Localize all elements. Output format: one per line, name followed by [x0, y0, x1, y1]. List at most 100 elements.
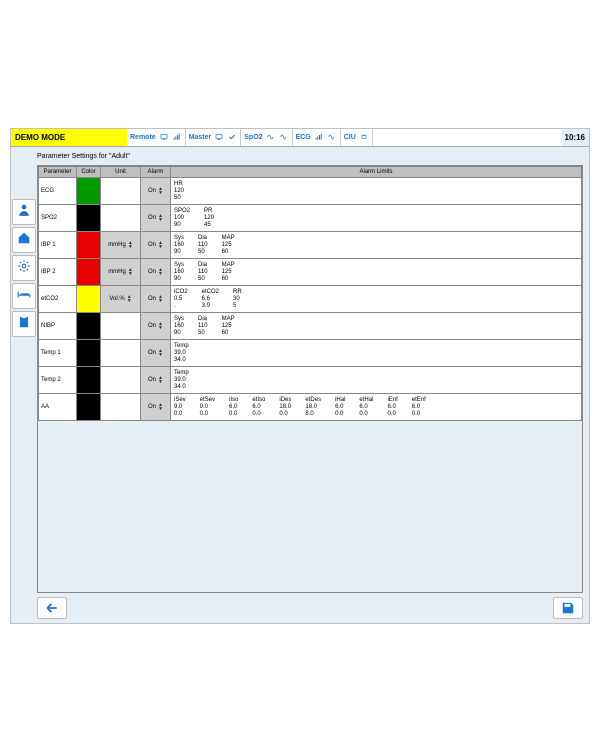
limit-low: 3.9	[202, 303, 219, 310]
unit-value: Vol.%	[109, 296, 124, 302]
limit-header: PR	[204, 208, 214, 215]
limit-high: 39.0	[174, 350, 189, 357]
alarm-selector[interactable]: On▲▼	[141, 259, 171, 286]
color-swatch[interactable]	[77, 232, 101, 259]
alarm-limits-cell[interactable]: iSev9.00.0etSev9.00.0iIso6.00.0etIso6.00…	[171, 394, 582, 421]
color-swatch[interactable]	[77, 178, 101, 205]
alarm-selector[interactable]: On▲▼	[141, 178, 171, 205]
table-row: Temp 2 On▲▼Temp39.034.0	[39, 367, 582, 394]
topbar-item-ecg[interactable]: ECG	[293, 129, 341, 146]
color-swatch-fill	[77, 394, 100, 420]
save-button[interactable]	[553, 597, 583, 619]
limit-high: 160	[174, 323, 184, 330]
color-swatch[interactable]	[77, 286, 101, 313]
unit-selector[interactable]: Vol.%▲▼	[101, 286, 141, 313]
unit-selector[interactable]: mmHg▲▼	[101, 232, 141, 259]
alarm-selector[interactable]: On▲▼	[141, 367, 171, 394]
alarm-limits-cell[interactable]: Sys16090Dia11050MAP12560	[171, 313, 582, 340]
limit-high: 6.0	[412, 404, 426, 411]
alarm-value: On	[148, 296, 156, 302]
home-icon	[17, 231, 31, 250]
sidebar-settings-button[interactable]	[12, 255, 36, 281]
table-row: ECGOn▲▼HR12050	[39, 178, 582, 205]
clock: 10:16	[561, 129, 589, 146]
limit-column: etIso6.00.0	[252, 397, 265, 418]
color-swatch[interactable]	[77, 340, 101, 367]
limit-header: iSev	[174, 397, 186, 404]
alarm-value: On	[148, 323, 156, 329]
limit-low: 45	[204, 222, 214, 229]
limit-high: 9.0	[200, 404, 215, 411]
col-alarm: Alarm	[141, 167, 171, 178]
back-button[interactable]	[37, 597, 67, 619]
sidebar-patient-button[interactable]	[12, 199, 36, 225]
table-row: AAOn▲▼iSev9.00.0etSev9.00.0iIso6.00.0etI…	[39, 394, 582, 421]
alarm-selector[interactable]: On▲▼	[141, 205, 171, 232]
limit-column: iHal6.00.0	[335, 397, 345, 418]
signal-icon	[314, 133, 324, 143]
limit-low: 90	[174, 222, 190, 229]
limit-column: etSev9.00.0	[200, 397, 215, 418]
sidebar-home-button[interactable]	[12, 227, 36, 253]
alarm-selector[interactable]: On▲▼	[141, 340, 171, 367]
alarm-limits-cell[interactable]: Temp39.034.0	[171, 340, 582, 367]
alarm-limits-cell[interactable]: Sys16090Dia11050MAP12560	[171, 232, 582, 259]
limit-low: 34.0	[174, 384, 189, 391]
alarm-limits-cell[interactable]: SPO210090PR12045	[171, 205, 582, 232]
param-name: Temp 2	[39, 367, 77, 394]
limit-low: 90	[174, 330, 184, 337]
alarm-selector[interactable]: On▲▼	[141, 232, 171, 259]
color-swatch[interactable]	[77, 259, 101, 286]
parameter-table: Parameter Color Unit Alarm Alarm Limits …	[37, 165, 583, 593]
limit-header: Dia	[198, 235, 208, 242]
sidebar	[11, 165, 37, 593]
footer	[37, 597, 583, 619]
topbar-item-spo2[interactable]: SpO2	[241, 129, 292, 146]
alarm-limits-cell[interactable]: Sys16090Dia11050MAP12560	[171, 259, 582, 286]
limit-low: 0.0	[200, 411, 215, 418]
color-swatch[interactable]	[77, 205, 101, 232]
topbar-item-label: ECG	[296, 134, 311, 141]
patient-icon	[17, 203, 31, 222]
limit-column: iDes18.00.0	[279, 397, 291, 418]
alarm-limits-cell[interactable]: Temp39.034.0	[171, 367, 582, 394]
alarm-selector[interactable]: On▲▼	[141, 286, 171, 313]
alarm-limits-cell[interactable]: iCO20.5.etCO26.63.9RR305	[171, 286, 582, 313]
limit-high: 0.5	[174, 296, 188, 303]
alarm-limits-cell[interactable]: HR12050	[171, 178, 582, 205]
limit-low: 60	[222, 276, 235, 283]
color-swatch-fill	[77, 205, 100, 231]
limit-header: Sys	[174, 262, 184, 269]
limit-header: etIso	[252, 397, 265, 404]
color-swatch[interactable]	[77, 367, 101, 394]
limit-column: Dia11050	[198, 235, 208, 256]
alarm-value: On	[148, 269, 156, 275]
top-bar: DEMO MODE RemoteMasterSpO2 ECG CIU 10:16	[11, 129, 589, 147]
topbar-item-ciu[interactable]: CIU	[341, 129, 373, 146]
limit-header: etHal	[359, 397, 373, 404]
param-name: SPO2	[39, 205, 77, 232]
limit-high: 18.0	[305, 404, 321, 411]
alarm-selector[interactable]: On▲▼	[141, 394, 171, 421]
demo-mode-badge: DEMO MODE	[11, 129, 127, 146]
alarm-selector[interactable]: On▲▼	[141, 313, 171, 340]
unit-empty	[101, 394, 141, 421]
sidebar-bed-button[interactable]	[12, 283, 36, 309]
sidebar-clipboard-button[interactable]	[12, 311, 36, 337]
limit-high: 18.0	[279, 404, 291, 411]
color-swatch[interactable]	[77, 394, 101, 421]
limit-high: 160	[174, 269, 184, 276]
limit-high: 110	[198, 269, 208, 276]
unit-selector[interactable]: mmHg▲▼	[101, 259, 141, 286]
alarm-value: On	[148, 377, 156, 383]
color-swatch[interactable]	[77, 313, 101, 340]
limit-high: 100	[174, 215, 190, 222]
topbar-item-remote[interactable]: Remote	[127, 129, 186, 146]
limit-low: 8.0	[305, 411, 321, 418]
topbar-item-master[interactable]: Master	[186, 129, 242, 146]
updown-icon: ▲▼	[127, 295, 132, 303]
updown-icon: ▲▼	[158, 403, 163, 411]
signal-icon	[172, 133, 182, 143]
plug-icon	[359, 133, 369, 143]
limit-column: Sys16090	[174, 316, 184, 337]
